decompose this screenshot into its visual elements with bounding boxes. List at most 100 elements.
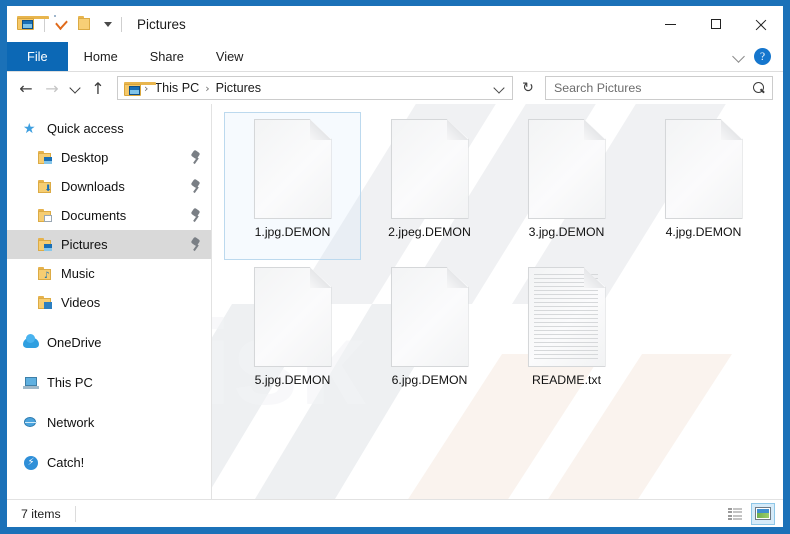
sidebar-item-catch[interactable]: Catch! <box>7 448 211 477</box>
search-placeholder: Search Pictures <box>554 81 642 95</box>
file-name: 5.jpg.DEMON <box>254 373 331 387</box>
file-item[interactable]: 6.jpg.DEMON <box>361 260 498 408</box>
breadcrumb-this-pc[interactable]: This PC <box>152 81 201 95</box>
blank-document-icon <box>390 267 469 367</box>
sidebar-label: Documents <box>61 208 127 223</box>
window-frame: Pictures File Home Share View ? ← → ↑ › … <box>0 0 790 534</box>
status-bar: 7 items <box>7 499 783 527</box>
star-icon: ★ <box>23 120 36 137</box>
sidebar-item-pictures[interactable]: Pictures <box>7 230 211 259</box>
breadcrumb-pictures[interactable]: Pictures <box>214 81 264 95</box>
sidebar-item-documents[interactable]: Documents <box>7 201 211 230</box>
videos-folder-icon <box>37 295 54 311</box>
sidebar-label: Music <box>61 266 95 281</box>
customize-caret-icon[interactable] <box>104 21 112 27</box>
blank-document-icon <box>527 119 606 219</box>
search-icon[interactable] <box>753 81 766 95</box>
sidebar-item-music[interactable]: ♪ Music <box>7 259 211 288</box>
details-view-icon <box>727 507 743 520</box>
sidebar-item-this-pc[interactable]: This PC <box>7 368 211 397</box>
new-folder-icon[interactable] <box>78 15 96 33</box>
close-button[interactable] <box>738 6 783 42</box>
details-view-button[interactable] <box>723 503 747 525</box>
sidebar-item-videos[interactable]: Videos <box>7 288 211 317</box>
breadcrumb-folder-icon <box>124 81 156 96</box>
sidebar-label: Videos <box>61 295 101 310</box>
address-bar: ← → ↑ › This PC › Pictures ↻ Search Pict <box>7 72 783 104</box>
file-item[interactable]: 4.jpg.DEMON <box>635 112 772 260</box>
music-folder-icon: ♪ <box>37 266 54 282</box>
item-count: 7 items <box>21 506 61 521</box>
breadcrumb-separator-2: › <box>205 81 210 95</box>
tab-view[interactable]: View <box>200 42 260 71</box>
sidebar-item-quick-access[interactable]: ★ Quick access <box>7 114 211 143</box>
text-document-icon <box>527 267 606 367</box>
sidebar-gap-1 <box>7 317 211 328</box>
tab-file[interactable]: File <box>7 42 68 71</box>
properties-icon[interactable] <box>54 15 72 33</box>
file-item[interactable]: README.txt <box>498 260 635 408</box>
up-button[interactable]: ↑ <box>85 75 111 101</box>
address-dropdown-icon[interactable] <box>495 84 504 93</box>
file-grid: 1.jpg.DEMON 2.jpeg.DEMON 3.jpg.DEMON 4.j… <box>224 112 783 408</box>
documents-folder-icon <box>37 208 54 224</box>
pin-icon[interactable] <box>190 209 201 222</box>
sidebar-gap-2 <box>7 357 211 368</box>
view-mode-buttons <box>723 502 775 525</box>
help-icon[interactable]: ? <box>754 48 771 65</box>
file-name: README.txt <box>531 373 601 387</box>
blank-document-icon <box>390 119 469 219</box>
file-item[interactable]: 2.jpeg.DEMON <box>361 112 498 260</box>
sidebar-label: OneDrive <box>47 335 102 350</box>
explorer-window: Pictures File Home Share View ? ← → ↑ › … <box>7 6 783 527</box>
cloud-icon <box>23 333 40 351</box>
file-item[interactable]: 1.jpg.DEMON <box>224 112 361 260</box>
catch-lightning-icon <box>23 455 40 471</box>
sidebar-item-desktop[interactable]: Desktop <box>7 143 211 172</box>
recent-locations-button[interactable] <box>65 75 85 101</box>
refresh-button[interactable]: ↻ <box>517 76 539 100</box>
sidebar-label: Desktop <box>61 150 109 165</box>
title-bar[interactable]: Pictures <box>7 6 783 42</box>
downloads-folder-icon: ⬇ <box>37 179 54 195</box>
sidebar-label: Pictures <box>61 237 108 252</box>
maximize-button[interactable] <box>693 6 738 42</box>
sidebar-label: This PC <box>47 375 93 390</box>
window-title: Pictures <box>137 16 186 32</box>
file-name: 2.jpeg.DEMON <box>388 225 471 239</box>
sidebar-item-downloads[interactable]: ⬇ Downloads <box>7 172 211 201</box>
expand-ribbon-chevron-icon[interactable] <box>734 51 745 62</box>
computer-icon <box>23 375 40 391</box>
pin-icon[interactable] <box>190 238 201 251</box>
tab-share[interactable]: Share <box>134 42 200 71</box>
window-controls <box>648 6 783 42</box>
sidebar-gap-4 <box>7 437 211 448</box>
search-input[interactable]: Search Pictures <box>545 76 773 100</box>
minimize-button[interactable] <box>648 6 693 42</box>
file-item[interactable]: 5.jpg.DEMON <box>224 260 361 408</box>
sidebar-label: Downloads <box>61 179 125 194</box>
breadcrumb[interactable]: › This PC › Pictures <box>117 76 513 100</box>
tab-home[interactable]: Home <box>68 42 134 71</box>
sidebar-item-onedrive[interactable]: OneDrive <box>7 328 211 357</box>
file-list-view[interactable]: risk 1.jpg.DEMON 2.jpeg.DEMON <box>212 104 783 499</box>
large-icons-view-button[interactable] <box>751 502 775 525</box>
desktop-folder-icon <box>37 150 54 166</box>
forward-button[interactable]: → <box>39 75 65 101</box>
sidebar-label: Quick access <box>47 121 124 136</box>
sidebar-label: Network <box>47 415 95 430</box>
toolbar-divider-2 <box>121 16 122 32</box>
pin-icon[interactable] <box>190 151 201 164</box>
pin-icon[interactable] <box>190 180 201 193</box>
navigation-pane: ★ Quick access Desktop ⬇ Downloads Docum… <box>7 104 212 499</box>
sidebar-item-network[interactable]: Network <box>7 408 211 437</box>
back-button[interactable]: ← <box>13 75 39 101</box>
pictures-folder-icon <box>37 237 54 253</box>
status-divider <box>74 505 76 522</box>
blank-document-icon <box>253 119 332 219</box>
blank-document-icon <box>664 119 743 219</box>
pictures-folder-icon[interactable] <box>17 15 49 33</box>
blank-document-icon <box>253 267 332 367</box>
file-item[interactable]: 3.jpg.DEMON <box>498 112 635 260</box>
ribbon-tabs: File Home Share View ? <box>7 42 783 72</box>
